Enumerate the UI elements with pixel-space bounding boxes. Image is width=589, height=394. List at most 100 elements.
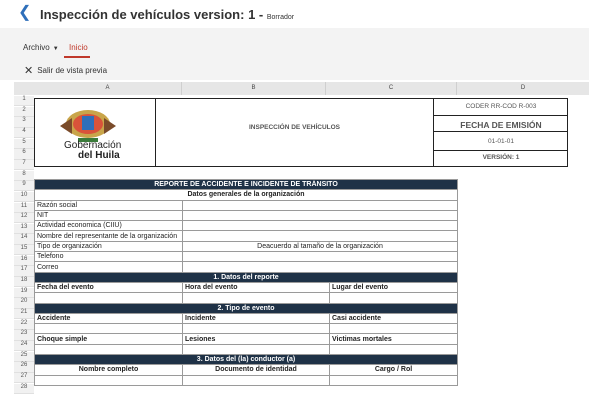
field-value-cell[interactable] bbox=[182, 209, 458, 222]
empty-cell[interactable] bbox=[329, 374, 458, 386]
row-header[interactable]: 20 bbox=[14, 298, 34, 309]
field-value-cell[interactable] bbox=[182, 261, 458, 273]
empty-cell[interactable] bbox=[34, 343, 183, 356]
empty-cell[interactable] bbox=[182, 343, 330, 356]
field-label-cell[interactable]: Correo bbox=[34, 261, 183, 273]
event-place-label[interactable]: Lugar del evento bbox=[329, 281, 458, 294]
table-row: 3. Datos del (la) conductor (a) bbox=[34, 354, 458, 366]
field-label-cell[interactable]: Actividad economica (CIIU) bbox=[34, 220, 183, 232]
table-row: Nombre completo Documento de identidad Car… bbox=[34, 364, 458, 376]
row-header[interactable]: 28 bbox=[14, 383, 34, 394]
empty-cell[interactable] bbox=[329, 343, 458, 356]
empty-cell[interactable] bbox=[329, 292, 458, 304]
field-label-cell[interactable]: Nombre del representante de la organizac… bbox=[34, 230, 183, 242]
spreadsheet[interactable]: A B C D 1 2 3 4 5 6 7 8 9 10 11 12 13 14 15 16 17 18 19 20 2… bbox=[0, 80, 589, 394]
version-cell: VERSIÓN: 1 bbox=[482, 154, 520, 161]
empty-cell[interactable] bbox=[182, 292, 330, 304]
date-label-cell: FECHA DE EMISIÓN bbox=[460, 120, 542, 130]
report-table: REPORTE DE ACCIDENTE E INCIDENTE DE TRÁN… bbox=[34, 178, 458, 386]
near-miss-label[interactable]: Casi accidente bbox=[329, 312, 458, 325]
empty-cell[interactable] bbox=[182, 374, 330, 386]
row-header[interactable]: 12 bbox=[14, 213, 34, 224]
table-row: Datos generales de la organización bbox=[34, 189, 458, 201]
column-header-a[interactable]: A bbox=[34, 82, 182, 95]
column-header-c[interactable]: C bbox=[326, 82, 457, 95]
ribbon: Archivo ▼ Inicio ✕ Salir de vista previa bbox=[0, 28, 589, 80]
incident-label[interactable]: Incidente bbox=[182, 312, 330, 325]
section-2-header[interactable]: 2. Tipo de evento bbox=[34, 302, 458, 314]
title-bar: ❮ Inspección de vehículos version: 1 - B… bbox=[0, 0, 589, 28]
event-time-label[interactable]: Hora del evento bbox=[182, 281, 330, 294]
row-header[interactable]: 16 bbox=[14, 255, 34, 267]
row-header[interactable]: 22 bbox=[14, 319, 34, 330]
row-header[interactable]: 25 bbox=[14, 351, 34, 362]
empty-cell[interactable] bbox=[34, 323, 183, 335]
accident-label[interactable]: Accidente bbox=[34, 312, 183, 325]
table-row: 2. Tipo de evento bbox=[34, 302, 458, 314]
table-row bbox=[34, 374, 458, 386]
table-row: NIT bbox=[34, 209, 458, 222]
column-header-b[interactable]: B bbox=[182, 82, 326, 95]
driver-id-label[interactable]: Documento de identidad bbox=[182, 364, 330, 376]
row-header[interactable]: 10 bbox=[14, 191, 34, 203]
report-title-cell[interactable]: REPORTE DE ACCIDENTE E INCIDENTE DE TRÁN… bbox=[34, 178, 458, 191]
table-row: Razón social bbox=[34, 199, 458, 211]
row-header[interactable]: 13 bbox=[14, 223, 34, 235]
tab-home[interactable]: Inicio bbox=[69, 43, 88, 52]
file-menu[interactable]: Archivo ▼ bbox=[23, 43, 59, 52]
simple-crash-label[interactable]: Choque simple bbox=[34, 333, 183, 345]
section-3-header[interactable]: 3. Datos del (la) conductor (a) bbox=[34, 354, 458, 366]
row-header[interactable]: 15 bbox=[14, 245, 34, 256]
event-date-label[interactable]: Fecha del evento bbox=[34, 281, 183, 294]
row-header[interactable]: 27 bbox=[14, 372, 34, 384]
table-row: Accidente Incidente Casi accidente bbox=[34, 312, 458, 325]
row-header[interactable]: 4 bbox=[14, 127, 34, 139]
row-header[interactable]: 14 bbox=[14, 234, 34, 245]
row-header[interactable]: 8 bbox=[14, 170, 34, 181]
driver-role-label[interactable]: Cargo / Rol bbox=[329, 364, 458, 376]
field-label-cell[interactable]: NIT bbox=[34, 209, 183, 222]
row-header[interactable]: 6 bbox=[14, 149, 34, 160]
field-label-cell[interactable]: Telefono bbox=[34, 251, 183, 263]
row-header[interactable]: 2 bbox=[14, 106, 34, 117]
select-all-corner[interactable] bbox=[14, 82, 34, 95]
field-value-cell[interactable] bbox=[182, 220, 458, 232]
row-header[interactable]: 1 bbox=[14, 96, 34, 107]
row-header[interactable]: 21 bbox=[14, 309, 34, 320]
row-header[interactable]: 3 bbox=[14, 117, 34, 128]
field-value-cell[interactable] bbox=[182, 230, 458, 242]
row-header[interactable]: 18 bbox=[14, 277, 34, 288]
table-row: 1. Datos del reporte bbox=[34, 271, 458, 283]
empty-cell[interactable] bbox=[182, 323, 330, 335]
row-header[interactable]: 17 bbox=[14, 266, 34, 277]
row-header[interactable]: 11 bbox=[14, 202, 34, 213]
field-value-cell[interactable] bbox=[182, 251, 458, 263]
injuries-label[interactable]: Lesiones bbox=[182, 333, 330, 345]
row-header[interactable]: 5 bbox=[14, 138, 34, 149]
version-divider bbox=[434, 150, 568, 151]
row-header[interactable]: 19 bbox=[14, 287, 34, 298]
back-arrow-icon[interactable]: ❮ bbox=[18, 5, 32, 21]
org-type-value-cell[interactable]: Deacuerdo al tamaño de la organización bbox=[182, 240, 458, 253]
general-title-cell[interactable]: Datos generales de la organización bbox=[34, 189, 458, 201]
table-row bbox=[34, 292, 458, 304]
field-label-cell[interactable]: Tipo de organización bbox=[34, 240, 183, 253]
row-header[interactable]: 24 bbox=[14, 340, 34, 352]
field-label-cell[interactable]: Razón social bbox=[34, 199, 183, 211]
row-header[interactable]: 7 bbox=[14, 159, 34, 171]
field-value-cell[interactable] bbox=[182, 199, 458, 211]
row-header[interactable]: 23 bbox=[14, 330, 34, 341]
empty-cell[interactable] bbox=[329, 323, 458, 335]
empty-cell[interactable] bbox=[34, 374, 183, 386]
column-header-d[interactable]: D bbox=[457, 82, 589, 95]
row-header[interactable]: 26 bbox=[14, 362, 34, 373]
driver-name-label[interactable]: Nombre completo bbox=[34, 364, 183, 376]
table-row: Telefono bbox=[34, 251, 458, 263]
fatalities-label[interactable]: Victimas mortales bbox=[329, 333, 458, 345]
empty-cell[interactable] bbox=[34, 292, 183, 304]
exit-preview-button[interactable]: ✕ Salir de vista previa bbox=[24, 64, 107, 77]
section-1-header[interactable]: 1. Datos del reporte bbox=[34, 271, 458, 283]
table-row: Choque simple Lesiones Victimas mortales bbox=[34, 333, 458, 345]
chevron-down-icon: ▼ bbox=[52, 46, 59, 52]
row-header[interactable]: 9 bbox=[14, 181, 34, 192]
